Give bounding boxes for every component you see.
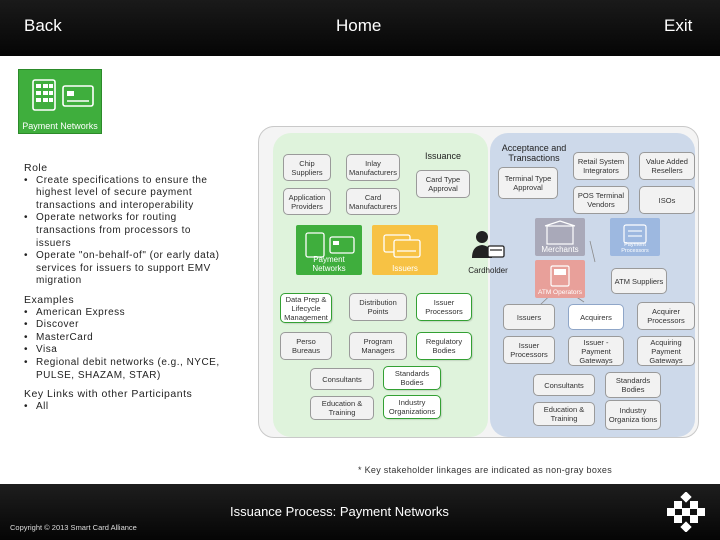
distribution-points-box[interactable]: Distribution Points [349,293,407,321]
payment-networks-tile-label: Payment Networks [22,121,98,131]
payment-networks-diagram-tile[interactable]: Payment Networks [296,225,362,275]
tile-label: Merchants [541,245,579,254]
tile-label: ATM Operators [538,289,582,296]
tile-label: Issuers [392,264,418,273]
store-icon [544,220,576,245]
page-title: Issuance Process: Payment Networks [230,504,449,519]
cardholder-label: Cardholder [468,266,508,275]
payment-networks-icon [32,79,94,111]
atm-operators-tile[interactable]: ATM Operators [535,260,585,298]
payment-processors-tile[interactable]: Payment Processors [610,218,660,256]
issuer-processors-acceptance-box[interactable]: Issuer Processors [503,336,555,364]
standards-bodies-acceptance-box[interactable]: Standards Bodies [605,372,661,398]
inlay-manufacturers-box[interactable]: Inlay Manufacturers [346,154,400,181]
issuers-box[interactable]: Issuers [503,304,555,330]
industry-organizations-acceptance-box[interactable]: Industry Organiza tions [605,400,661,430]
terminal-type-approval-box[interactable]: Terminal Type Approval [498,167,558,199]
list-item: All [24,401,229,414]
exit-button[interactable]: Exit [664,16,692,36]
issuer-processors-box[interactable]: Issuer Processors [416,293,472,321]
application-providers-box[interactable]: Application Providers [283,188,331,215]
smart-card-alliance-logo-icon [667,492,705,532]
examples-list: American Express Discover MasterCard Vis… [24,307,229,383]
acquiring-payment-gateways-box[interactable]: Acquiring Payment Gateways [637,336,695,366]
consultants-box[interactable]: Consultants [310,368,374,390]
issuance-label: Issuance [424,151,462,161]
perso-bureaus-box[interactable]: Perso Bureaus [280,332,332,360]
footnote: * Key stakeholder linkages are indicated… [358,465,613,475]
role-description: Role Create specifications to ensure the… [24,162,229,413]
standards-bodies-box[interactable]: Standards Bodies [383,366,441,390]
consultants-acceptance-box[interactable]: Consultants [533,374,595,396]
merchants-tile[interactable]: Merchants [535,218,585,256]
card-type-approval-box[interactable]: Card Type Approval [416,170,470,198]
key-links-heading: Key Links with other Participants [24,388,193,401]
key-links-list: All [24,401,229,414]
list-item: Regional debit networks (e.g., NYCE, PUL… [24,357,229,382]
pos-terminal-vendors-box[interactable]: POS Terminal Vendors [573,186,629,214]
copyright-text: Copyright © 2013 Smart Card Alliance [10,523,137,532]
education-training-box[interactable]: Education & Training [310,396,374,420]
back-button[interactable]: Back [24,16,62,36]
home-button[interactable]: Home [336,16,381,36]
list-item: Operate networks for routing transaction… [24,212,229,250]
regulatory-bodies-box[interactable]: Regulatory Bodies [416,332,472,360]
education-training-acceptance-box[interactable]: Education & Training [533,402,595,426]
isos-box[interactable]: ISOs [639,186,695,214]
tile-label: Payment Networks [312,255,346,273]
role-list: Create specifications to ensure the high… [24,175,229,288]
issuers-tile[interactable]: Issuers [372,225,438,275]
card-manufacturers-box[interactable]: Card Manufacturers [346,188,400,215]
retail-system-integrators-box[interactable]: Retail System Integrators [573,152,629,180]
cards-icon [383,234,421,258]
value-added-resellers-box[interactable]: Value Added Resellers [639,152,695,180]
chip-suppliers-box[interactable]: Chip Suppliers [283,154,331,181]
list-item: American Express [24,307,229,320]
role-heading: Role [24,162,48,174]
list-item: MasterCard [24,332,229,345]
acquirer-processors-box[interactable]: Acquirer Processors [637,302,695,330]
issuer-payment-gateways-box[interactable]: Issuer -Payment Gateways [568,336,624,366]
program-managers-box[interactable]: Program Managers [349,332,407,360]
top-nav-bar: Back Home Exit [0,0,720,56]
acquirers-box[interactable]: Acquirers [568,304,624,330]
cardholder-icon [472,231,505,258]
tile-label: Payment Processors [621,242,649,254]
list-item: Visa [24,344,229,357]
list-item: Create specifications to ensure the high… [24,175,229,213]
list-item: Discover [24,319,229,332]
examples-heading: Examples [24,293,75,306]
data-prep-box[interactable]: Data Prep & Lifecycle Management [280,293,332,323]
acceptance-label: Acceptance and Transactions [501,143,567,163]
atm-icon [550,265,570,287]
payment-networks-tile[interactable]: Payment Networks [18,69,102,134]
bottom-bar: Issuance Process: Payment Networks Copyr… [0,484,720,540]
industry-organizations-box[interactable]: Industry Organizations [383,395,441,419]
list-item: Operate "on-behalf-of" (or early data) s… [24,250,229,288]
atm-suppliers-box[interactable]: ATM Suppliers [611,268,667,294]
